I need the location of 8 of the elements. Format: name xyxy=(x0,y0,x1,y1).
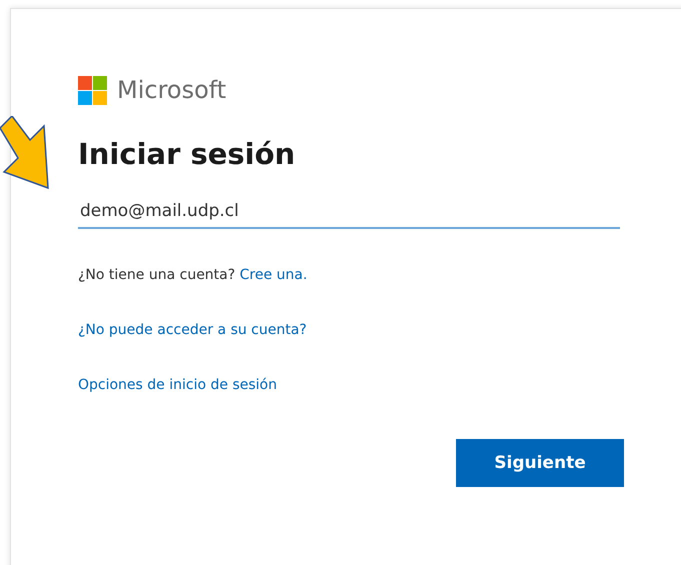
signup-prompt: ¿No tiene una cuenta? xyxy=(78,267,236,283)
help-link[interactable]: ¿No puede acceder a su cuenta? xyxy=(78,322,307,338)
next-button[interactable]: Siguiente xyxy=(456,439,624,487)
page-title: Iniciar sesión xyxy=(78,137,296,171)
create-account-link[interactable]: Cree una. xyxy=(240,267,308,283)
help-link[interactable]: Opciones de inicio de sesión xyxy=(78,377,277,393)
logo-text: Microsoft xyxy=(117,76,226,104)
windows-logo-icon xyxy=(78,76,107,104)
